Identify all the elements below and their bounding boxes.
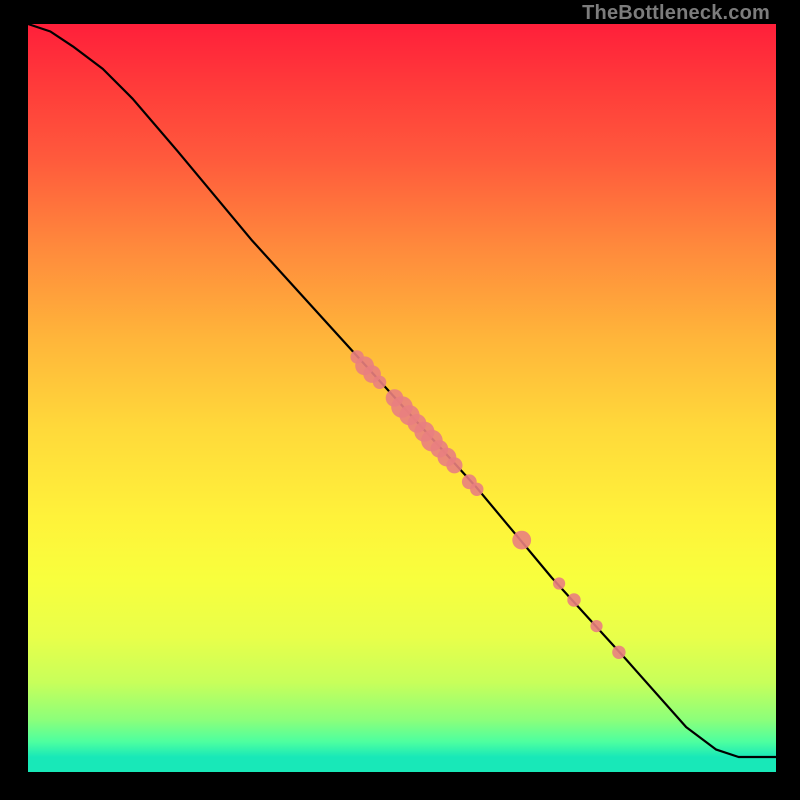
chart-stage: TheBottleneck.com xyxy=(0,0,800,800)
chart-point xyxy=(590,620,602,632)
chart-curve xyxy=(28,24,776,757)
chart-svg xyxy=(28,24,776,772)
chart-point xyxy=(373,376,386,389)
watermark-text: TheBottleneck.com xyxy=(582,2,770,25)
chart-point xyxy=(446,457,462,473)
chart-point xyxy=(553,577,565,589)
chart-point xyxy=(470,483,483,496)
chart-point xyxy=(567,593,580,606)
chart-point xyxy=(512,531,531,550)
chart-plot-area xyxy=(28,24,776,772)
chart-point xyxy=(612,646,625,659)
